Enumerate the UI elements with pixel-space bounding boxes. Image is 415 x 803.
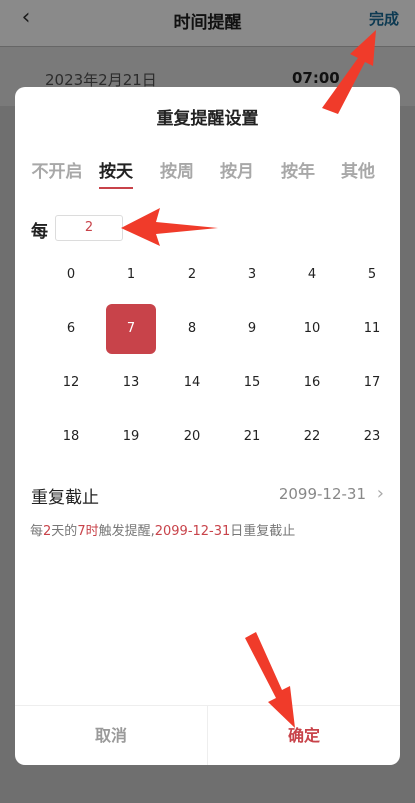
summary-end-date: 2099-12-31 [154, 524, 231, 539]
hour-option[interactable]: 12 [46, 358, 96, 408]
tab-weekly[interactable]: 按周 [147, 157, 207, 182]
hour-option[interactable]: 21 [227, 412, 277, 462]
page-title: 时间提醒 [173, 13, 242, 33]
hour-option[interactable]: 22 [287, 412, 337, 462]
hour-option[interactable]: 2 [167, 250, 217, 300]
summary-text: 每 [30, 524, 44, 539]
repeat-end-label: 重复截止 [31, 488, 99, 508]
summary-text: 天的 [51, 524, 78, 539]
hour-option[interactable]: 0 [46, 250, 96, 300]
interval-label: 每 [31, 222, 48, 242]
cancel-button[interactable]: 取消 [15, 706, 207, 765]
top-navigation-bar: ‹ 时间提醒 完成 [0, 0, 415, 46]
hour-option[interactable]: 16 [287, 358, 337, 408]
hour-option[interactable]: 9 [227, 304, 277, 354]
repeat-end-date: 2099-12-31 [278, 485, 366, 503]
hour-option[interactable]: 11 [347, 304, 397, 354]
hour-option[interactable]: 6 [46, 304, 96, 354]
summary-text: 触发提醒, [98, 524, 155, 539]
dialog-footer: 取消 确定 [15, 705, 400, 765]
hour-option[interactable]: 5 [347, 250, 397, 300]
hour-option[interactable]: 4 [287, 250, 337, 300]
hour-option[interactable]: 23 [347, 412, 397, 462]
tab-monthly[interactable]: 按月 [207, 157, 267, 182]
interval-input[interactable]: 2 [55, 215, 123, 241]
tab-other[interactable]: 其他 [328, 157, 388, 182]
hour-option[interactable]: 8 [167, 304, 217, 354]
hour-option[interactable]: 14 [167, 358, 217, 408]
hour-option[interactable]: 3 [227, 250, 277, 300]
tab-off[interactable]: 不开启 [27, 157, 87, 182]
confirm-button[interactable]: 确定 [208, 706, 400, 765]
summary-text: 日重复截止 [230, 524, 296, 539]
hour-option[interactable]: 19 [106, 412, 156, 462]
chevron-right-icon: › [376, 483, 384, 504]
hour-option[interactable]: 20 [167, 412, 217, 462]
tab-daily[interactable]: 按天 [86, 157, 146, 182]
hour-option[interactable]: 13 [106, 358, 156, 408]
summary-hour: 7时 [77, 524, 99, 539]
tab-yearly[interactable]: 按年 [268, 157, 328, 182]
repeat-end-row[interactable]: 重复截止 2099-12-31 › [31, 481, 384, 509]
hour-option[interactable]: 10 [287, 304, 337, 354]
hour-option[interactable]: 18 [46, 412, 96, 462]
repeat-reminder-dialog: 重复提醒设置 不开启 按天 按周 按月 按年 其他 每 2 0123456789… [15, 87, 400, 765]
hour-option[interactable]: 17 [347, 358, 397, 408]
active-tab-indicator [99, 187, 133, 189]
done-button[interactable]: 完成 [369, 8, 399, 29]
repeat-mode-tabs: 不开启 按天 按周 按月 按年 其他 [15, 157, 400, 189]
dialog-title: 重复提醒设置 [156, 109, 259, 129]
hour-option[interactable]: 7 [106, 304, 156, 354]
hour-option[interactable]: 1 [106, 250, 156, 300]
hour-option[interactable]: 15 [227, 358, 277, 408]
repeat-summary: 每2天的7时触发提醒,2099-12-31日重复截止 [30, 520, 295, 539]
reminder-time: 07:00 [292, 69, 340, 87]
